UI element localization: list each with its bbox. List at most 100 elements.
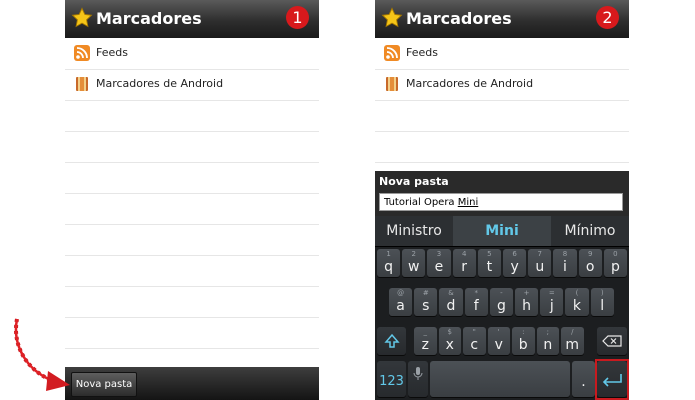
key-char-label: q	[384, 259, 394, 275]
backspace-key[interactable]	[597, 327, 627, 355]
key-q[interactable]: 1q	[377, 249, 401, 277]
key-hint-label: )	[600, 289, 604, 297]
key-d[interactable]: & d	[439, 288, 463, 316]
empty-row	[65, 286, 319, 318]
key-hint-label: 8	[562, 250, 568, 258]
key-hint-label: '	[497, 328, 500, 336]
empty-row	[65, 193, 319, 225]
key-hint-label: =	[548, 289, 555, 297]
key-o[interactable]: 9o	[578, 249, 602, 277]
key-h[interactable]: + h	[515, 288, 539, 316]
key-char-label: l	[600, 298, 605, 314]
key-char-label: j	[549, 298, 554, 314]
key-l[interactable]: ) l	[590, 288, 614, 316]
empty-row	[375, 131, 629, 163]
key-w[interactable]: 2w	[402, 249, 426, 277]
dialog-title: Nova pasta	[379, 175, 449, 188]
key-s[interactable]: # s	[414, 288, 438, 316]
key-hint-label: +	[523, 289, 530, 297]
key-char-label: p	[610, 259, 620, 275]
suggestion-bar: Ministro Mini Mínimo	[375, 216, 629, 247]
key-hint-label: @	[397, 289, 405, 297]
empty-row	[65, 131, 319, 163]
key-b[interactable]: :b	[512, 327, 535, 355]
key-char-label: a	[396, 298, 405, 314]
key-hint-label: 3	[436, 250, 442, 258]
key-hint-label: -	[500, 289, 503, 297]
suggestion-item[interactable]: Ministro	[375, 216, 453, 246]
key-char-label: u	[535, 259, 545, 275]
suggestion-item[interactable]: Mínimo	[551, 216, 629, 246]
empty-row	[65, 224, 319, 256]
list-item-feeds[interactable]: Feeds	[65, 38, 319, 70]
key-char-label: y	[510, 259, 519, 275]
list-item-android-bookmarks[interactable]: Marcadores de Android	[65, 69, 319, 101]
key-char-label: e	[434, 259, 444, 275]
key-char-label: c	[470, 337, 479, 353]
folder-name-input[interactable]: Tutorial Opera Mini	[379, 193, 623, 211]
key-char-label: t	[486, 259, 493, 275]
key-hint-label: $	[447, 328, 452, 336]
key-x[interactable]: $ x	[438, 327, 461, 355]
screen-2: Marcadores 2 Feeds Marcadores de Android…	[375, 0, 629, 400]
list-item-label: Feeds	[96, 46, 128, 59]
input-composing-word: Mini	[457, 197, 479, 208]
backspace-icon	[602, 335, 622, 347]
new-folder-button[interactable]: Nova pasta	[71, 372, 137, 397]
empty-row	[375, 100, 629, 132]
key-char-label: w	[408, 259, 420, 275]
empty-row	[65, 100, 319, 132]
key-i[interactable]: 8i	[553, 249, 577, 277]
microphone-icon	[413, 367, 423, 380]
key-a[interactable]: @ a	[389, 288, 413, 316]
key-f[interactable]: * f	[464, 288, 488, 316]
space-bar[interactable]	[430, 361, 570, 397]
period-key[interactable]: .	[572, 361, 595, 397]
key-char-label: o	[585, 259, 595, 275]
shift-key[interactable]	[377, 327, 406, 355]
soft-keyboard: Ministro Mini Mínimo 1q2w3e4r5t6y7u8i9o0…	[375, 216, 629, 400]
key-k[interactable]: (k	[565, 288, 589, 316]
key-j[interactable]: = j	[540, 288, 564, 316]
key-char-label: f	[473, 298, 479, 314]
key-char-label: v	[494, 337, 503, 353]
step-badge: 1	[286, 6, 309, 29]
arrow-annotation-icon	[14, 318, 70, 391]
android-bookmarks-icon	[74, 76, 90, 92]
key-p[interactable]: 0p	[603, 249, 627, 277]
key-e[interactable]: 3e	[427, 249, 451, 277]
step-badge: 2	[596, 6, 619, 29]
rss-feed-icon	[74, 45, 90, 61]
key-char-label: s	[422, 298, 430, 314]
key-char-label: n	[543, 337, 553, 353]
key-n[interactable]: ; n	[536, 327, 559, 355]
key-v[interactable]: ' v	[487, 327, 510, 355]
key-g[interactable]: -g	[489, 288, 513, 316]
key-hint-label: "	[472, 328, 476, 336]
key-hint-label: #	[422, 289, 429, 297]
suggestion-item-selected[interactable]: Mini	[453, 216, 551, 246]
key-hint-label: 0	[613, 250, 618, 258]
key-z[interactable]: _ z	[414, 327, 437, 355]
input-text: Tutorial Opera	[384, 197, 458, 208]
voice-input-key[interactable]	[408, 361, 428, 397]
symbols-key[interactable]: 123	[377, 361, 406, 397]
key-char-label: i	[563, 259, 567, 275]
key-u[interactable]: 7u	[528, 249, 552, 277]
key-m[interactable]: / m	[561, 327, 584, 355]
key-hint-label: 6	[512, 250, 517, 258]
key-t[interactable]: 5t	[477, 249, 501, 277]
key-c[interactable]: " c	[463, 327, 486, 355]
key-hint-label: 9	[587, 250, 593, 258]
title-bar: Marcadores 2	[375, 0, 629, 38]
shift-arrow-icon	[383, 333, 400, 348]
key-hint-label: 1	[386, 250, 391, 258]
list-item-feeds[interactable]: Feeds	[375, 38, 629, 70]
key-char-label: g	[496, 298, 506, 314]
key-hint-label: _	[423, 328, 428, 336]
key-r[interactable]: 4r	[452, 249, 476, 277]
screen-1: Marcadores 1 Feeds Marcadores de Android…	[65, 0, 319, 400]
list-item-android-bookmarks[interactable]: Marcadores de Android	[375, 69, 629, 101]
android-bookmarks-icon	[384, 76, 400, 92]
key-y[interactable]: 6y	[503, 249, 527, 277]
